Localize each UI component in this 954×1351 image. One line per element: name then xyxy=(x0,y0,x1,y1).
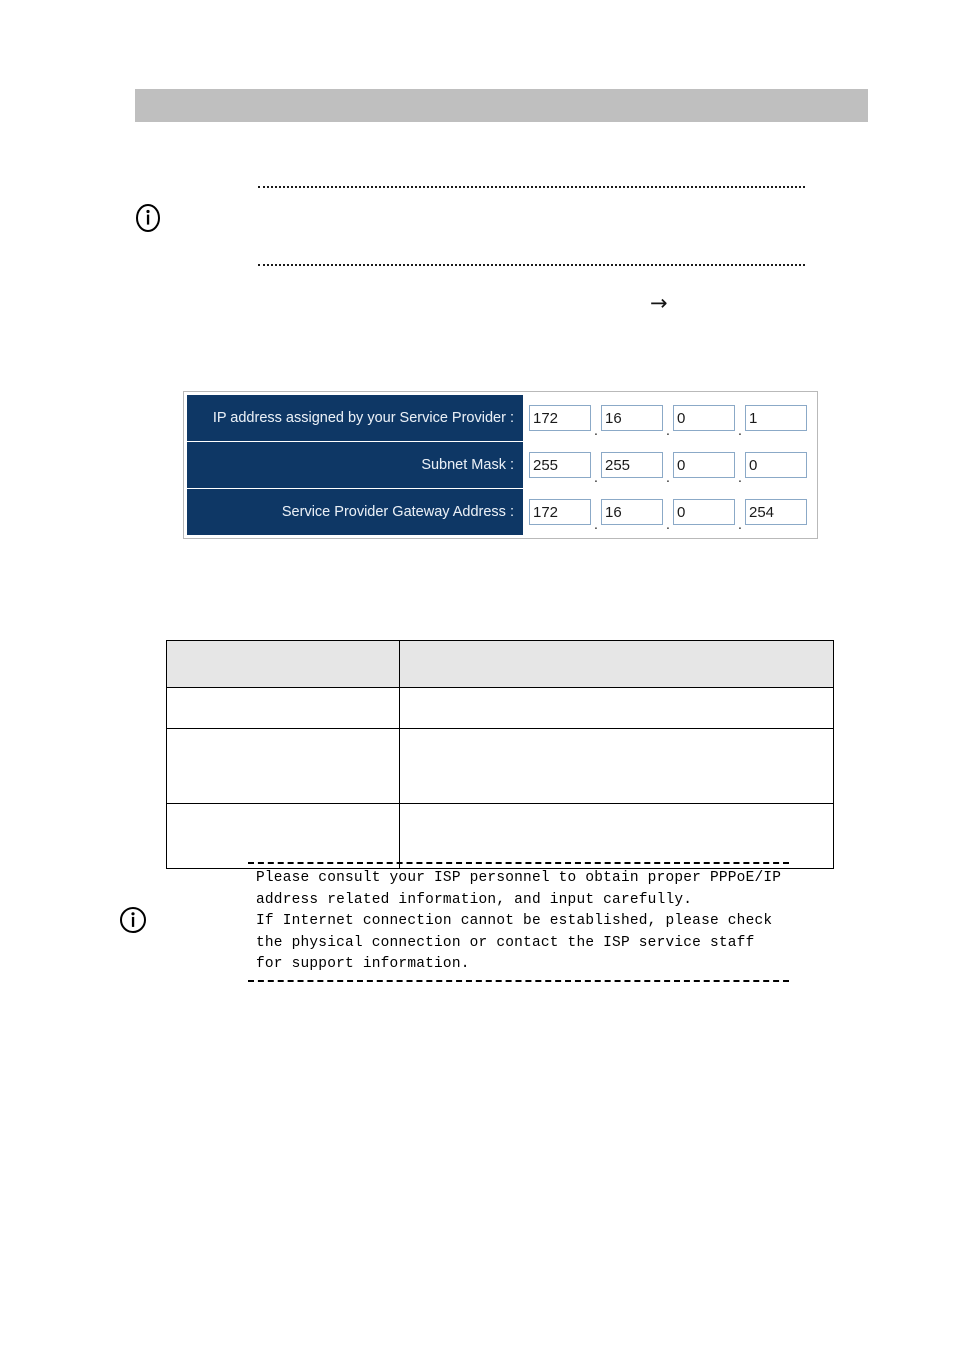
ip-address-octet-1[interactable] xyxy=(529,405,591,431)
octet-separator: . xyxy=(737,422,743,439)
octet-separator: . xyxy=(593,422,599,439)
ip-address-octet-3[interactable] xyxy=(673,405,735,431)
subnet-mask-octet-1[interactable] xyxy=(529,452,591,478)
page-header-bar xyxy=(135,89,868,122)
info-icon xyxy=(135,203,161,233)
form-row-subnet-mask: Subnet Mask : . . . xyxy=(187,442,814,488)
ip-address-octet-4[interactable] xyxy=(745,405,807,431)
table-cell-description xyxy=(399,803,834,869)
table-row xyxy=(166,728,834,804)
label-ip-address: IP address assigned by your Service Prov… xyxy=(187,395,523,441)
subnet-mask-octet-3[interactable] xyxy=(673,452,735,478)
note-bottom: Please consult your ISP personnel to obt… xyxy=(248,862,789,982)
ip-address-octet-2[interactable] xyxy=(601,405,663,431)
info-icon xyxy=(120,905,146,935)
note-top-text xyxy=(258,188,805,264)
gateway-address-octet-2[interactable] xyxy=(601,499,663,525)
table-cell-description xyxy=(399,687,834,729)
note-top-rule-bottom xyxy=(258,264,805,266)
gateway-address-octet-3[interactable] xyxy=(673,499,735,525)
octet-group-gateway-address: . . . xyxy=(523,489,814,535)
table-row xyxy=(166,803,834,869)
subnet-mask-octet-2[interactable] xyxy=(601,452,663,478)
octet-separator: . xyxy=(665,469,671,486)
subnet-mask-octet-4[interactable] xyxy=(745,452,807,478)
octet-separator: . xyxy=(737,469,743,486)
octet-group-subnet-mask: . . . xyxy=(523,442,814,488)
octet-separator: . xyxy=(737,516,743,533)
form-row-gateway-address: Service Provider Gateway Address : . . . xyxy=(187,489,814,535)
note-bottom-rule-bottom xyxy=(248,979,789,982)
table-row xyxy=(166,687,834,729)
table-header-cell-2 xyxy=(399,640,834,688)
table-cell-term xyxy=(166,687,400,729)
octet-separator: . xyxy=(593,516,599,533)
octet-group-ip-address: . . . xyxy=(523,395,814,441)
ip-configuration-form: IP address assigned by your Service Prov… xyxy=(183,391,818,539)
octet-separator: . xyxy=(593,469,599,486)
table-cell-term xyxy=(166,803,400,869)
table-header-row xyxy=(166,640,834,688)
note-top xyxy=(258,186,805,266)
table-cell-description xyxy=(399,728,834,804)
octet-separator: . xyxy=(665,516,671,533)
table-cell-term xyxy=(166,728,400,804)
form-row-ip-address: IP address assigned by your Service Prov… xyxy=(187,395,814,441)
right-arrow-icon: → xyxy=(650,291,668,315)
description-table xyxy=(166,640,834,869)
gateway-address-octet-1[interactable] xyxy=(529,499,591,525)
note-bottom-text: Please consult your ISP personnel to obt… xyxy=(256,870,782,972)
gateway-address-octet-4[interactable] xyxy=(745,499,807,525)
octet-separator: . xyxy=(665,422,671,439)
label-subnet-mask: Subnet Mask : xyxy=(187,442,523,488)
label-gateway-address: Service Provider Gateway Address : xyxy=(187,489,523,535)
table-header-cell-1 xyxy=(166,640,400,688)
